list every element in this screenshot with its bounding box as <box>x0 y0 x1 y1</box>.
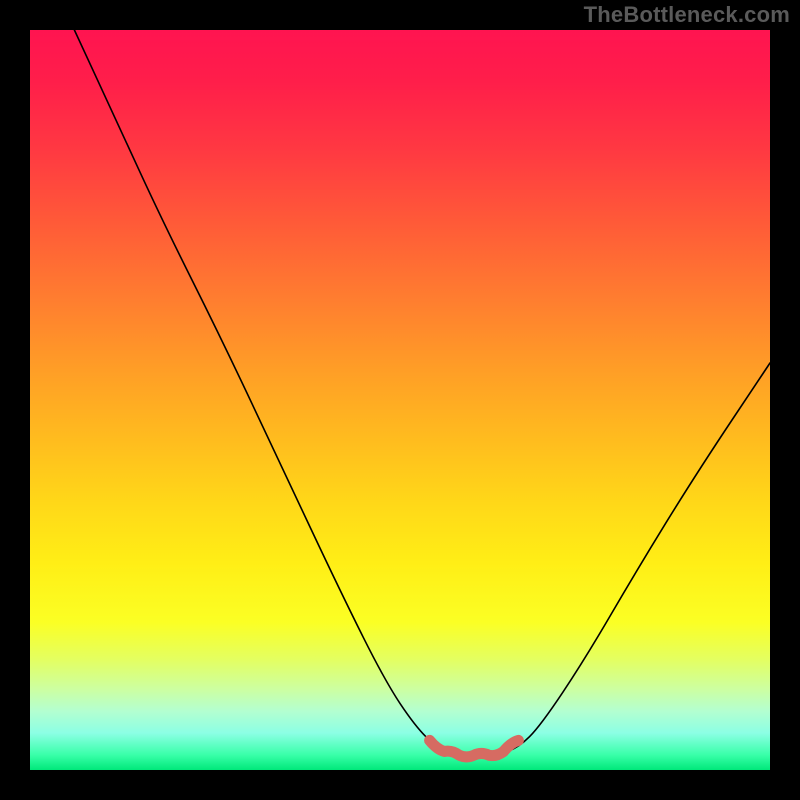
chart-frame: TheBottleneck.com <box>0 0 800 800</box>
chart-svg <box>30 30 770 770</box>
bottleneck-curve-line <box>74 30 770 755</box>
optimal-highlight-squiggle <box>430 740 519 757</box>
plot-area <box>30 30 770 770</box>
watermark-text: TheBottleneck.com <box>584 2 790 28</box>
